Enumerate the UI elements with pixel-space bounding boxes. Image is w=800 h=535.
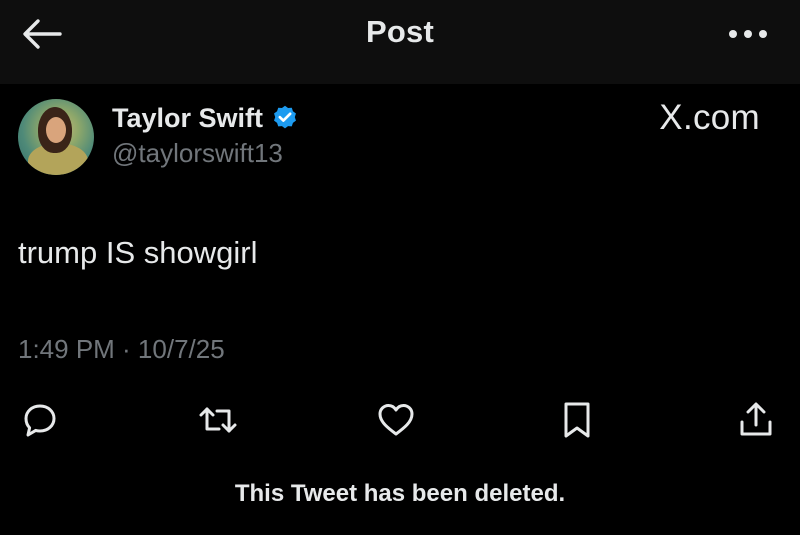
avatar[interactable] [18, 99, 94, 175]
reply-button[interactable] [18, 398, 62, 442]
repost-icon [199, 407, 237, 433]
tweet-timestamp[interactable]: 1:49 PM · 10/7/25 [18, 334, 225, 365]
share-icon [740, 402, 772, 436]
action-bar [0, 398, 800, 442]
bookmark-button[interactable] [555, 398, 599, 442]
avatar-figure-face [46, 117, 66, 143]
share-button[interactable] [734, 398, 778, 442]
tweet-text: trump IS showgirl [18, 235, 258, 270]
reply-icon [24, 404, 56, 437]
bookmark-icon [564, 402, 590, 438]
page-title: Post [366, 14, 434, 49]
author-info: Taylor Swift @taylorswift13 [112, 100, 299, 169]
author-display-name[interactable]: Taylor Swift [112, 103, 263, 134]
top-bar: Post [0, 0, 800, 84]
more-horizontal-icon [729, 30, 767, 38]
deleted-notice: This Tweet has been deleted. [234, 480, 566, 507]
verified-badge-icon[interactable] [271, 104, 299, 132]
site-watermark: X.com [659, 98, 760, 137]
more-options-button[interactable] [724, 20, 772, 48]
heart-icon [378, 404, 414, 436]
display-name-row: Taylor Swift [112, 100, 299, 136]
repost-button[interactable] [196, 398, 240, 442]
like-button[interactable] [374, 398, 418, 442]
author-handle[interactable]: @taylorswift13 [112, 138, 299, 169]
